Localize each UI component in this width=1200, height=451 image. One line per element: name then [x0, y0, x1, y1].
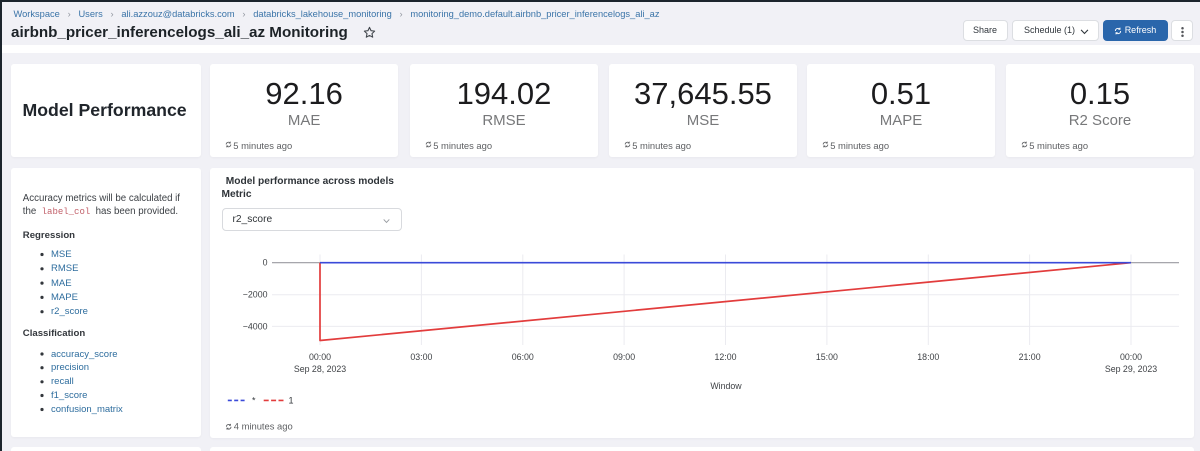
svg-text:00:00: 00:00	[309, 352, 331, 362]
svg-text:−2000: −2000	[243, 290, 268, 300]
svg-text:−4000: −4000	[243, 321, 268, 331]
svg-text:0: 0	[263, 258, 268, 268]
svg-text:12:00: 12:00	[714, 352, 736, 362]
svg-text:Sep 29, 2023: Sep 29, 2023	[1105, 364, 1157, 374]
svg-text:18:00: 18:00	[917, 352, 939, 362]
svg-text:4 minutes ago: 4 minutes ago	[234, 421, 293, 432]
svg-text:21:00: 21:00	[1019, 352, 1041, 362]
svg-text:Sep 28, 2023: Sep 28, 2023	[294, 364, 346, 374]
svg-text:Window: Window	[710, 381, 742, 391]
svg-text:15:00: 15:00	[816, 352, 838, 362]
svg-text:06:00: 06:00	[512, 352, 534, 362]
svg-text:00:00: 00:00	[1120, 352, 1142, 362]
svg-text:1: 1	[289, 395, 294, 405]
svg-text:09:00: 09:00	[613, 352, 635, 362]
svg-text:*: *	[252, 395, 256, 405]
svg-text:03:00: 03:00	[410, 352, 432, 362]
